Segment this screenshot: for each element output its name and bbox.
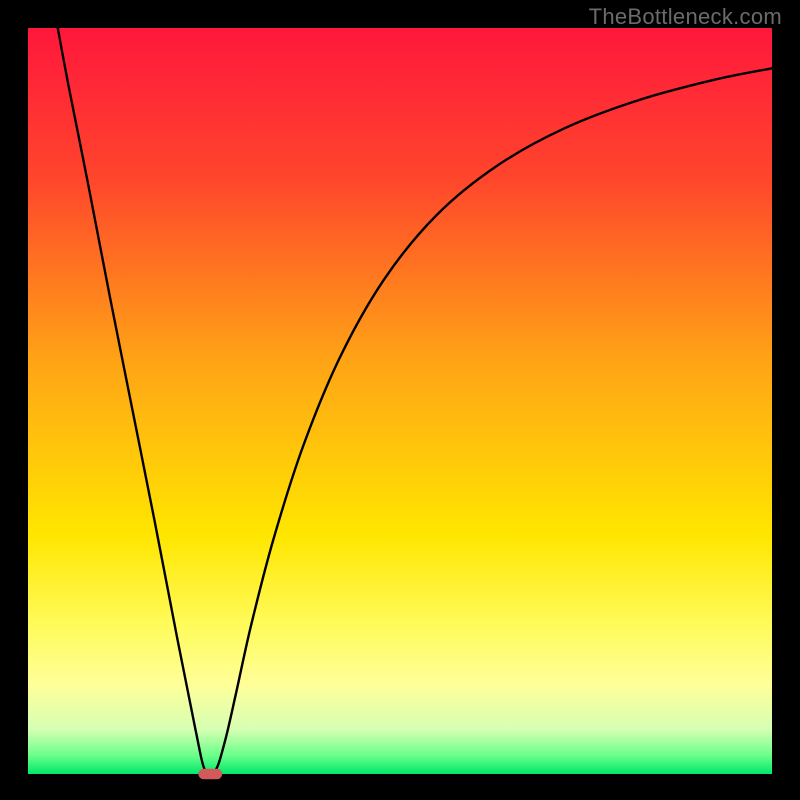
bottleneck-chart: [0, 0, 800, 800]
optimal-marker: [198, 769, 222, 779]
chart-container: TheBottleneck.com: [0, 0, 800, 800]
watermark-text: TheBottleneck.com: [589, 4, 782, 30]
plot-background: [28, 28, 772, 774]
